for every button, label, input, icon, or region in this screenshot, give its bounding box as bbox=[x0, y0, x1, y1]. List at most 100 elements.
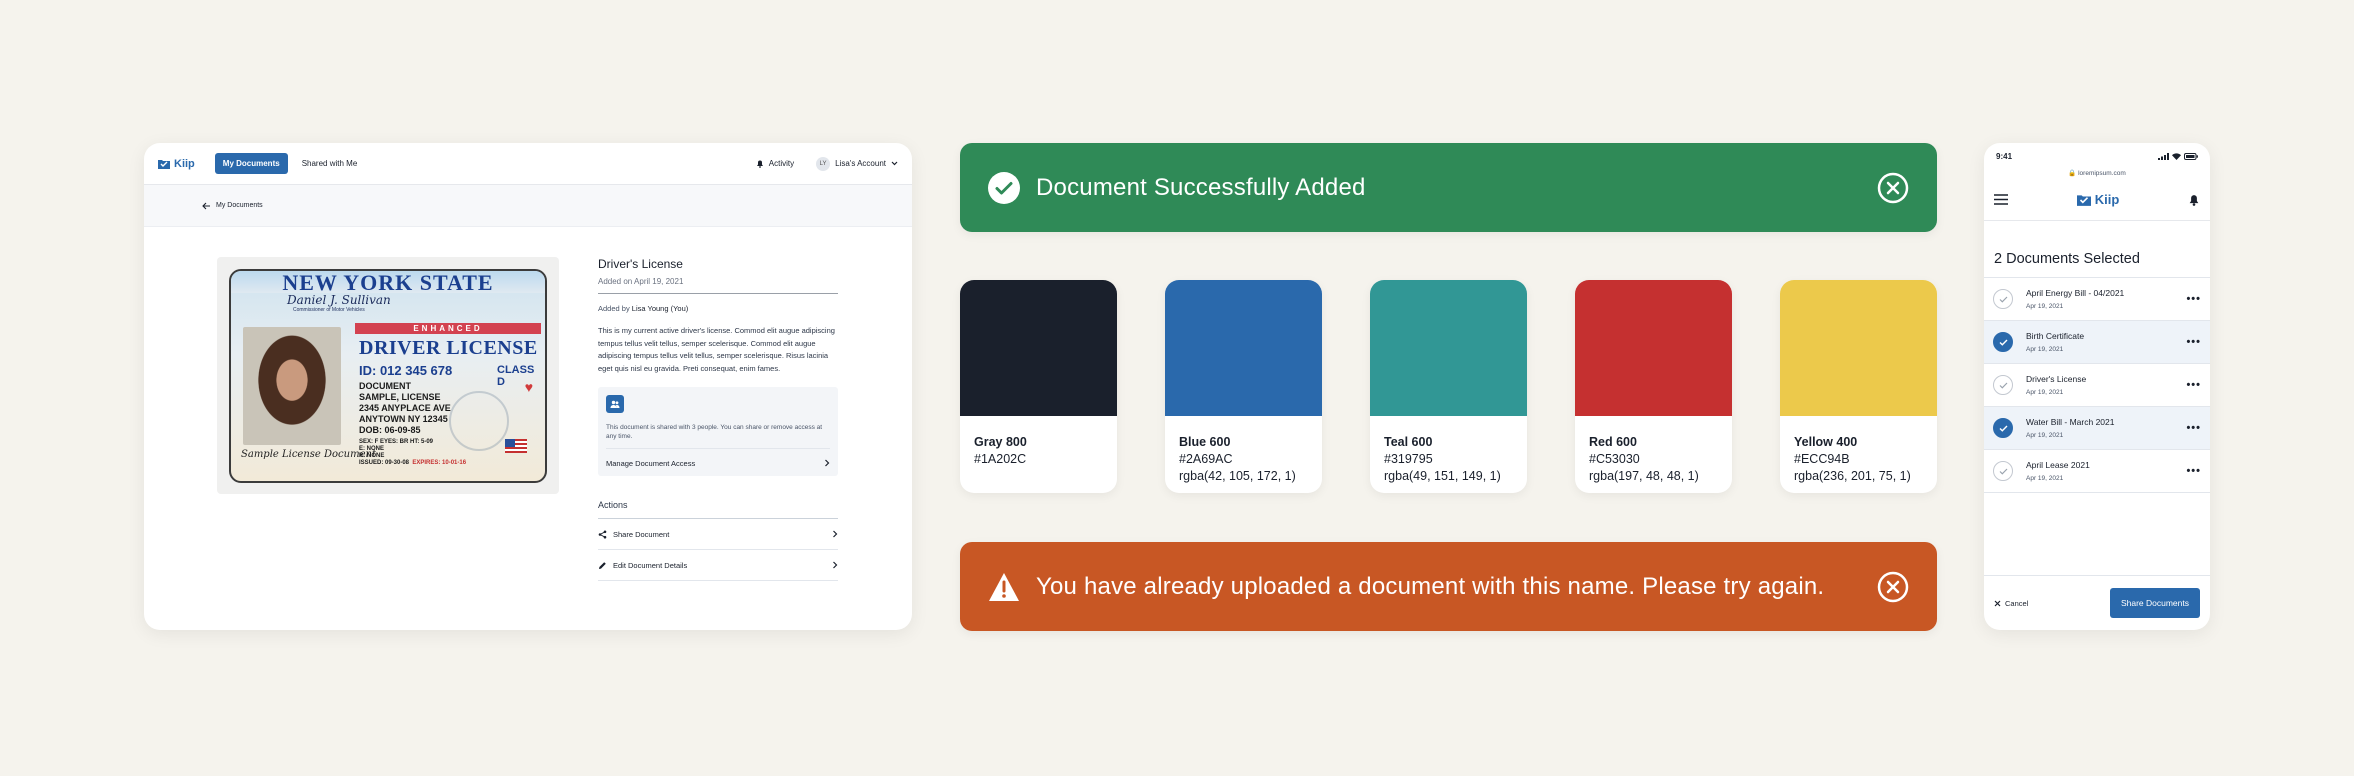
swatch-color bbox=[960, 280, 1117, 416]
color-swatch-red-600: Red 600 #C53030 rgba(197, 48, 48, 1) bbox=[1575, 280, 1732, 493]
checkbox[interactable] bbox=[1993, 418, 2013, 438]
close-icon bbox=[1994, 600, 2001, 606]
swatch-label: Yellow 400 #ECC94B rgba(236, 201, 75, 1) bbox=[1780, 416, 1937, 485]
license-info-line: DOB: 06-09-85 bbox=[359, 425, 421, 435]
license-image: NEW YORK STATE Daniel J. Sullivan Commis… bbox=[229, 269, 547, 483]
license-issued: ISSUED: 09-30-08 bbox=[359, 460, 410, 466]
error-toast-message: You have already uploaded a document wit… bbox=[1036, 572, 1825, 600]
document-preview[interactable]: NEW YORK STATE Daniel J. Sullivan Commis… bbox=[217, 257, 559, 494]
license-info-line: 2345 ANYPLACE AVE bbox=[359, 403, 451, 413]
license-commissioner-title: Commissioner of Motor Vehicles bbox=[293, 307, 365, 313]
license-dates: ISSUED: 09-30-08 EXPIRES: 10-01-16 bbox=[359, 460, 466, 467]
battery-icon bbox=[2184, 152, 2198, 160]
license-info-line: ANYTOWN NY 12345 bbox=[359, 414, 448, 424]
list-item[interactable]: Water Bill - March 2021 Apr 19, 2021 ••• bbox=[1984, 407, 2210, 450]
status-icons bbox=[2158, 152, 2198, 160]
breadcrumb-label: My Documents bbox=[216, 202, 263, 209]
brand-logo[interactable]: Kiip bbox=[2076, 192, 2120, 207]
item-name: Birth Certificate bbox=[2026, 331, 2085, 341]
share-document-action[interactable]: Share Document bbox=[598, 519, 838, 550]
more-dots-icon[interactable]: ••• bbox=[2186, 422, 2201, 434]
chevron-right-icon bbox=[833, 561, 838, 569]
wifi-icon bbox=[2172, 152, 2181, 160]
swatch-name: Teal 600 bbox=[1384, 435, 1433, 449]
checkbox[interactable] bbox=[1993, 375, 2013, 395]
pencil-icon bbox=[599, 561, 606, 569]
license-heading: DRIVER LICENSE bbox=[359, 337, 538, 359]
menu-icon[interactable] bbox=[1994, 194, 2008, 205]
swatch-hex: #C53030 bbox=[1589, 452, 1640, 466]
check-icon bbox=[1999, 468, 2007, 475]
url-text: loremipsum.com bbox=[2078, 170, 2126, 177]
swatch-hex: #1A202C bbox=[974, 452, 1027, 466]
color-swatch-teal-600: Teal 600 #319795 rgba(49, 151, 149, 1) bbox=[1370, 280, 1527, 493]
signal-icon bbox=[2158, 152, 2169, 160]
list-item[interactable]: April Energy Bill - 04/2021 Apr 19, 2021 … bbox=[1984, 278, 2210, 321]
nav-my-documents[interactable]: My Documents bbox=[214, 153, 288, 174]
checkbox[interactable] bbox=[1993, 461, 2013, 481]
mobile-document-selection: 9:41 🔒 loremipsum.com Kiip 2 Documents S… bbox=[1984, 143, 2210, 630]
check-icon bbox=[1999, 425, 2008, 432]
more-dots-icon[interactable]: ••• bbox=[2186, 336, 2201, 348]
list-item[interactable]: Driver's License Apr 19, 2021 ••• bbox=[1984, 364, 2210, 407]
swatch-label: Blue 600 #2A69AC rgba(42, 105, 172, 1) bbox=[1165, 416, 1322, 485]
brand-name: Kiip bbox=[2094, 192, 2120, 207]
notification-bell-icon[interactable] bbox=[2188, 193, 2200, 206]
success-toast-message: Document Successfully Added bbox=[1036, 173, 1366, 201]
document-added-by: Added by Lisa Young (You) bbox=[598, 304, 838, 313]
lock-icon: 🔒 bbox=[2068, 170, 2077, 177]
item-name: April Lease 2021 bbox=[2026, 460, 2090, 470]
license-sample-signature: Sample License Document bbox=[241, 449, 376, 460]
license-id: ID: 012 345 678 bbox=[359, 363, 453, 378]
nav-shared-with-me[interactable]: Shared with Me bbox=[302, 159, 358, 168]
brand-logo[interactable]: Kiip bbox=[158, 158, 195, 170]
status-time: 9:41 bbox=[1996, 151, 2013, 161]
swatch-name: Gray 800 bbox=[974, 435, 1027, 449]
swatch-label: Gray 800 #1A202C bbox=[960, 416, 1117, 468]
edit-document-action[interactable]: Edit Document Details bbox=[598, 550, 838, 581]
arrow-left-icon bbox=[202, 202, 210, 209]
warning-icon bbox=[988, 571, 1020, 603]
url-bar[interactable]: 🔒 loremipsum.com bbox=[1984, 169, 2210, 179]
document-details: Driver's License Added on April 19, 2021… bbox=[598, 257, 838, 581]
item-name: April Energy Bill - 04/2021 bbox=[2026, 288, 2125, 298]
list-item[interactable]: Birth Certificate Apr 19, 2021 ••• bbox=[1984, 321, 2210, 364]
account-menu[interactable]: LY Lisa's Account bbox=[816, 156, 898, 171]
activity-link[interactable]: Activity bbox=[756, 159, 794, 168]
people-icon bbox=[606, 395, 624, 413]
list-item[interactable]: April Lease 2021 Apr 19, 2021 ••• bbox=[1984, 450, 2210, 493]
swatch-rgba: rgba(197, 48, 48, 1) bbox=[1589, 469, 1699, 483]
swatch-name: Blue 600 bbox=[1179, 435, 1231, 449]
swatch-name: Red 600 bbox=[1589, 435, 1637, 449]
license-state: NEW YORK STATE bbox=[231, 271, 545, 295]
check-icon bbox=[1999, 382, 2007, 389]
item-date: Apr 19, 2021 bbox=[2026, 389, 2064, 396]
close-circle-icon[interactable] bbox=[1877, 571, 1909, 603]
cancel-button[interactable]: Cancel bbox=[1994, 599, 2028, 608]
edit-document-label: Edit Document Details bbox=[613, 560, 688, 570]
share-info-box: This document is shared with 3 people. Y… bbox=[598, 387, 838, 476]
checkbox[interactable] bbox=[1993, 332, 2013, 352]
share-documents-button[interactable]: Share Documents bbox=[2109, 588, 2200, 618]
swatch-label: Teal 600 #319795 rgba(49, 151, 149, 1) bbox=[1370, 416, 1527, 485]
brand-name: Kiip bbox=[174, 157, 195, 170]
manage-access-link[interactable]: Manage Document Access bbox=[606, 448, 830, 468]
license-fine-line: SEX: F EYES: BR HT: 5-09 bbox=[359, 439, 434, 445]
check-icon bbox=[1999, 339, 2008, 346]
license-expires: EXPIRES: 10-01-16 bbox=[412, 460, 467, 466]
swatch-color bbox=[1165, 280, 1322, 416]
swatch-hex: #2A69AC bbox=[1179, 452, 1233, 466]
desktop-document-view: Kiip My Documents Shared with Me Activit… bbox=[144, 143, 912, 630]
added-by-user: Lisa Young (You) bbox=[631, 304, 689, 313]
checkbox[interactable] bbox=[1993, 289, 2013, 309]
more-dots-icon[interactable]: ••• bbox=[2186, 293, 2201, 305]
close-circle-icon[interactable] bbox=[1877, 172, 1909, 204]
more-dots-icon[interactable]: ••• bbox=[2186, 465, 2201, 477]
more-dots-icon[interactable]: ••• bbox=[2186, 379, 2201, 391]
license-info-line: SAMPLE, LICENSE bbox=[359, 392, 441, 402]
document-title: Driver's License bbox=[598, 257, 683, 271]
swatch-rgba: rgba(49, 151, 149, 1) bbox=[1384, 469, 1501, 483]
manage-access-label: Manage Document Access bbox=[606, 459, 696, 468]
item-name: Water Bill - March 2021 bbox=[2026, 417, 2115, 427]
breadcrumb[interactable]: My Documents bbox=[144, 185, 912, 227]
